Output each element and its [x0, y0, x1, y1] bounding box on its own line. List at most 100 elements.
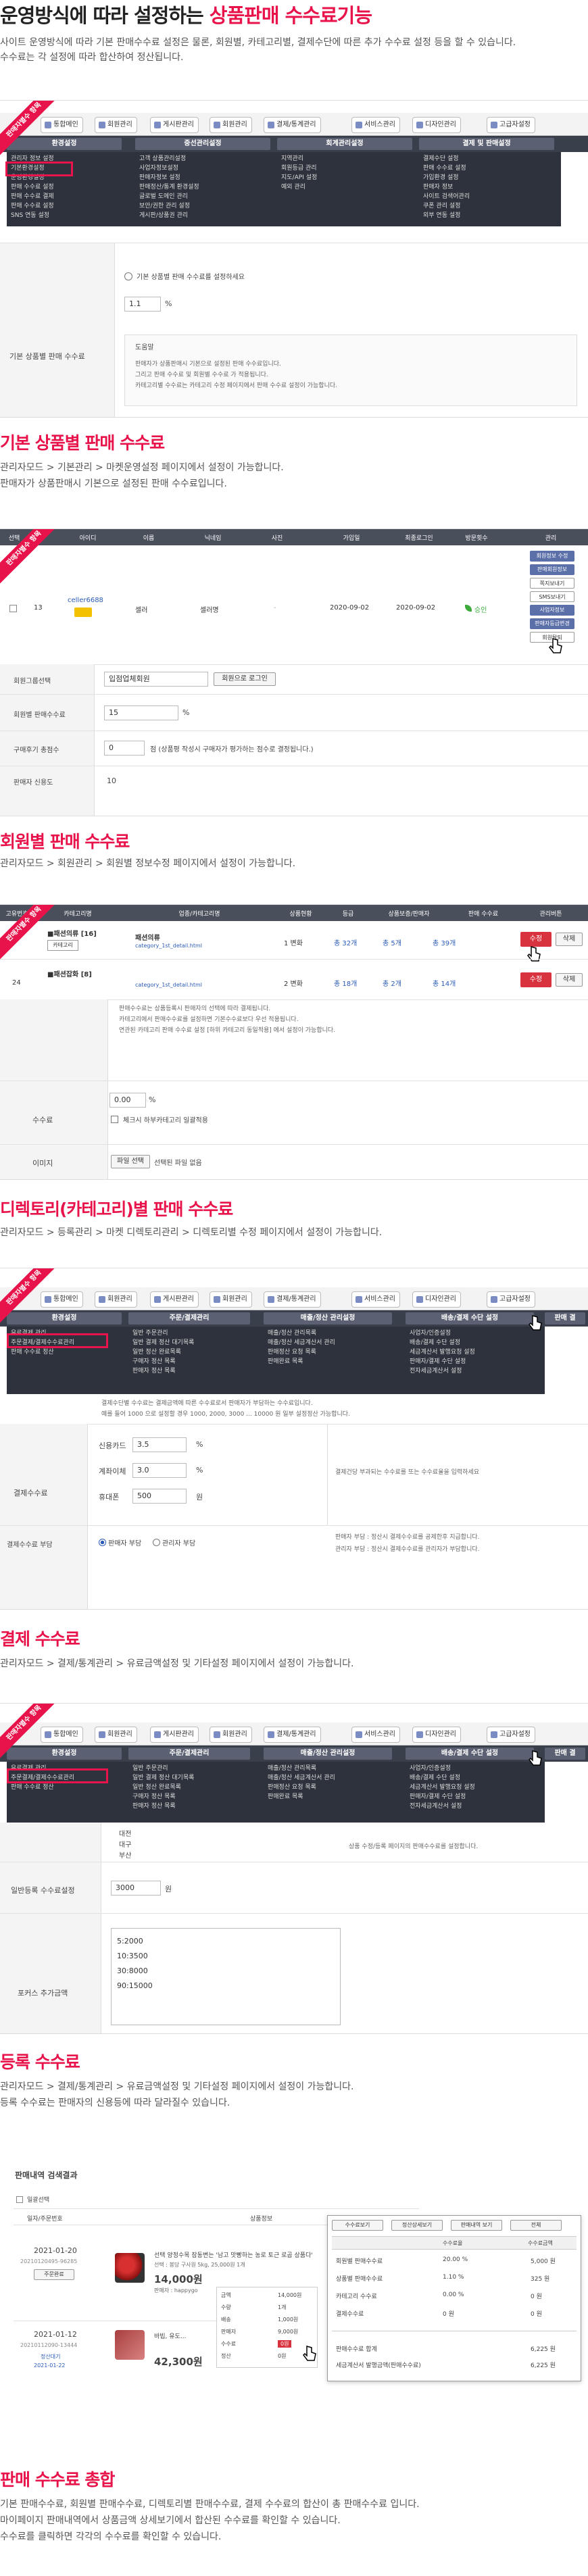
tab-member2[interactable]: 회원관리	[210, 1291, 252, 1308]
submenu-item[interactable]: 게시판/상품권 관리	[139, 211, 273, 220]
submenu-item[interactable]: 보안/권한 관리 설정	[139, 201, 273, 211]
submenu-item[interactable]: 판매자 정산 목록	[132, 1802, 260, 1811]
submenu-item[interactable]: 일반 정산 완료목록	[132, 1347, 260, 1357]
submenu-item[interactable]: 판매 수수료 정산	[11, 1347, 124, 1357]
tab-board[interactable]: 게시판관리	[150, 1291, 199, 1308]
select-all-checkbox[interactable]	[16, 2196, 23, 2203]
menu-env[interactable]: 환경설정	[7, 1312, 122, 1324]
category-edit-button[interactable]: 수정	[520, 972, 552, 987]
submenu-item[interactable]: 구매자 정산 목록	[132, 1792, 260, 1802]
apply-children-checkbox[interactable]	[111, 1116, 118, 1123]
submenu-item[interactable]: 일반 주문관리	[132, 1329, 260, 1338]
category-fee-input[interactable]: 0.00	[109, 1093, 146, 1108]
submenu-item[interactable]: 사업자정보설정	[139, 164, 273, 173]
submenu-item[interactable]: 외부 연동 설정	[423, 211, 557, 220]
submenu-item[interactable]: 배송/결제 수단 설정	[410, 1338, 541, 1347]
focus-fee-textarea[interactable]: 5:2000 10:3500 30:8000 90:15000	[111, 1928, 341, 2025]
category-link[interactable]: category_1st_detail.html	[135, 943, 202, 949]
seller-info-button[interactable]: 판매회원정보	[530, 564, 574, 575]
submenu-item[interactable]: 예외 관리	[281, 182, 415, 192]
category-name[interactable]: ■패션잡화 [8]	[47, 968, 92, 979]
popup-tab[interactable]: 정산상세보기	[391, 2220, 443, 2231]
seller-grade-button[interactable]: 판매자등급변경	[530, 618, 574, 629]
submenu-item[interactable]: 사이트 검색어관리	[423, 192, 557, 201]
submenu-item[interactable]: 판매 수수료 정산	[11, 1783, 124, 1792]
radio-admin[interactable]	[153, 1539, 160, 1546]
unit-select[interactable]: %	[196, 1466, 203, 1475]
submenu-item[interactable]: 지역관리	[281, 154, 415, 164]
tab-advanced[interactable]: 고급자설정	[487, 1727, 535, 1743]
order-no[interactable]: 20210120495-96285	[20, 2258, 77, 2264]
submenu-item[interactable]: 판매자정보 설정	[139, 173, 273, 182]
submenu-item[interactable]: 사업자/인증설정	[410, 1329, 541, 1338]
submenu-item[interactable]: 구매자 정산 목록	[132, 1357, 260, 1366]
submenu-item[interactable]: 가입환경 설정	[423, 173, 557, 182]
login-as-member-button[interactable]: 회원으로 로그인	[214, 672, 276, 686]
file-select-button[interactable]: 파일 선택	[111, 1155, 150, 1168]
tab-main[interactable]: 통합메인	[41, 117, 83, 133]
submenu-item[interactable]: SNS 연동 설정	[11, 211, 131, 220]
menu-payment[interactable]: 결제 및 판매설정	[419, 138, 554, 150]
row-id[interactable]: celler6688	[68, 597, 103, 604]
tab-member[interactable]: 회원관리	[95, 1291, 137, 1308]
menu-order[interactable]: 주문/결제관리	[128, 1748, 250, 1760]
submenu-item[interactable]: 일반 결제 정산 대기목록	[132, 1338, 260, 1347]
order-no[interactable]: 20210112090-13444	[20, 2342, 77, 2348]
tab-board[interactable]: 게시판관리	[150, 1727, 199, 1743]
submenu-item[interactable]: 매출/정산 세금계산서 관리	[268, 1773, 401, 1783]
register-fee-input[interactable]: 3000	[111, 1881, 161, 1896]
tab-service[interactable]: 서비스관리	[351, 1727, 400, 1743]
category-name[interactable]: ■패션의류 [16]	[47, 928, 97, 938]
member-edit-button[interactable]: 회원정보 수정	[530, 551, 574, 562]
submenu-item[interactable]: 사업자/인증설정	[410, 1764, 541, 1773]
menu-sales[interactable]: 매출/정산 관리설정	[264, 1312, 392, 1324]
rate-input[interactable]: 1.1	[124, 297, 161, 312]
submenu-item[interactable]: 글로벌 도메인 관리	[139, 192, 273, 201]
menu-env[interactable]: 환경설정	[7, 138, 122, 150]
radio-option[interactable]	[124, 272, 132, 280]
tab-member2[interactable]: 회원관리	[210, 117, 252, 133]
fee-link[interactable]: 0원	[278, 2340, 292, 2348]
submenu-item[interactable]: 전자세금계산서 설정	[410, 1366, 541, 1376]
submenu-item[interactable]: 매출/정산 관리목록	[268, 1764, 401, 1773]
submenu-item[interactable]: 판매 수수료 설정	[11, 182, 131, 192]
menu-delivery[interactable]: 배송/결제 수단 설정	[406, 1748, 534, 1760]
tab-payment[interactable]: 결제/통계관리	[264, 117, 321, 133]
sms-button[interactable]: SMS보내기	[530, 591, 574, 602]
product-name[interactable]: 바빕, 유도...	[154, 2331, 186, 2340]
submenu-item[interactable]: 판매 수수료 설정	[423, 164, 557, 173]
pay-fee-input[interactable]: 3.5	[132, 1437, 187, 1452]
tab-payment[interactable]: 결제/통계관리	[264, 1291, 321, 1308]
radio-seller[interactable]	[99, 1539, 106, 1546]
submenu-item[interactable]: 세금계산서 발행요청 설정	[410, 1783, 541, 1792]
tab-service[interactable]: 서비스관리	[351, 117, 400, 133]
tab-design[interactable]: 디자인관리	[412, 1727, 461, 1743]
tab-advanced[interactable]: 고급자설정	[487, 1291, 535, 1308]
submenu-item[interactable]: 판매자/결제 수단 설정	[410, 1792, 541, 1802]
tab-member2[interactable]: 회원관리	[210, 1727, 252, 1743]
submenu-item[interactable]: 판매 수수료 설정	[11, 201, 131, 211]
tab-member[interactable]: 회원관리	[95, 1727, 137, 1743]
tab-design[interactable]: 디자인관리	[412, 1291, 461, 1308]
submenu-item[interactable]: 매출/정산 세금계산서 관리	[268, 1338, 401, 1347]
submenu-item[interactable]: 판매자 정보	[423, 182, 557, 192]
tab-payment[interactable]: 결제/통계관리	[264, 1727, 321, 1743]
tab-member[interactable]: 회원관리	[95, 117, 137, 133]
submenu-item[interactable]: 일반 주문관리	[132, 1764, 260, 1773]
menu-sell[interactable]: 판매 결	[545, 1748, 585, 1760]
submenu-item[interactable]: 판매정산 요청 목록	[268, 1783, 401, 1792]
submenu-item[interactable]: 고객 상품관리설정	[139, 154, 273, 164]
pay-fee-input[interactable]: 3.0	[132, 1463, 187, 1478]
pay-fee-input[interactable]: 500	[132, 1489, 187, 1504]
submenu-item[interactable]: 매출/정산 관리목록	[268, 1329, 401, 1338]
tab-advanced[interactable]: 고급자설정	[487, 117, 535, 133]
submenu-item[interactable]: 일반 결제 정산 대기목록	[132, 1773, 260, 1783]
menu-order[interactable]: 주문/결제관리	[128, 1312, 250, 1324]
tab-board[interactable]: 게시판관리	[150, 117, 199, 133]
category-link[interactable]: category_1st_detail.html	[135, 982, 202, 988]
tab-design[interactable]: 디자인관리	[412, 117, 461, 133]
menu-sales[interactable]: 매출/정산 관리설정	[264, 1748, 392, 1760]
submenu-item[interactable]: 결제수단 설정	[423, 154, 557, 164]
row-checkbox[interactable]	[9, 605, 17, 612]
category-delete-button[interactable]: 삭제	[556, 973, 583, 987]
